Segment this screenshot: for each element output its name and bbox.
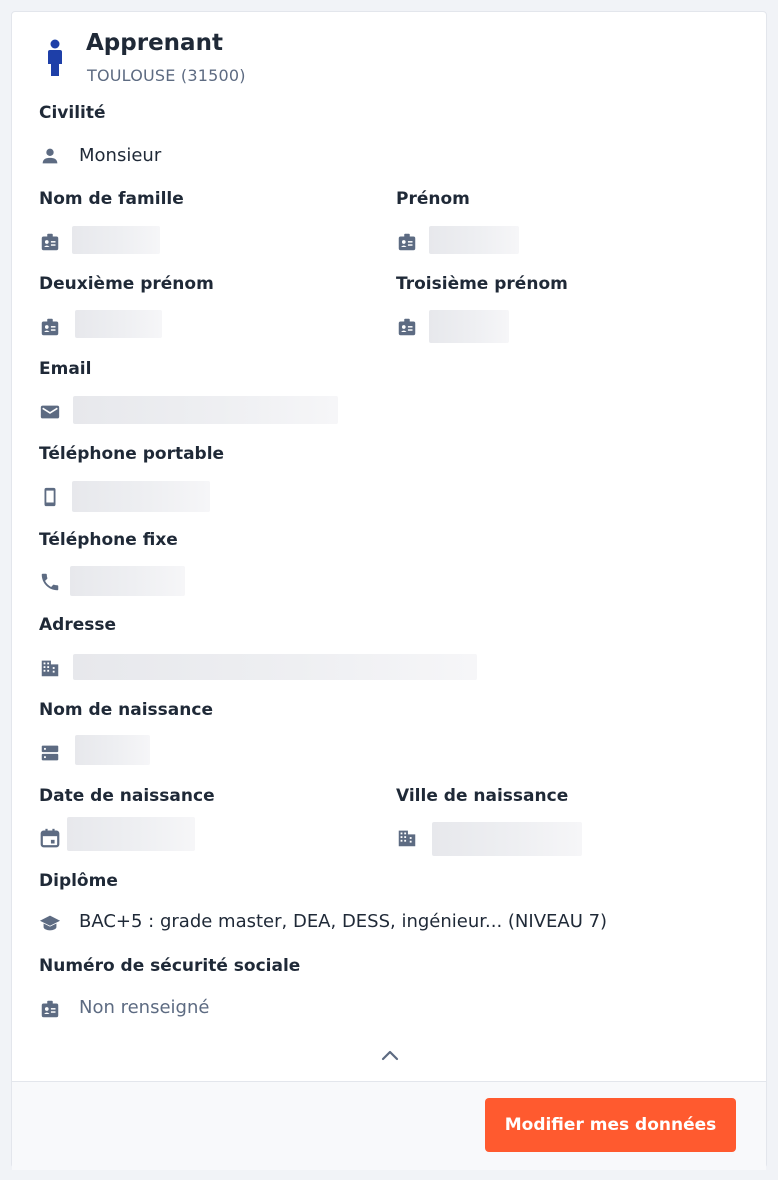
deuxieme-prenom-value-redacted <box>75 310 162 338</box>
troisieme-prenom-value-redacted <box>429 310 509 343</box>
tel-fixe-value-redacted <box>70 566 185 596</box>
secu-label: Numéro de sécurité sociale <box>39 956 301 976</box>
tel-portable-label: Téléphone portable <box>39 444 225 464</box>
tel-portable-value-redacted <box>72 481 210 512</box>
email-value-redacted <box>73 396 338 424</box>
storage-icon <box>39 742 61 764</box>
prenom-value-redacted <box>429 226 519 254</box>
person-icon <box>39 145 61 167</box>
civilite-value: Monsieur <box>79 145 162 166</box>
badge-icon <box>396 316 418 338</box>
badge-icon <box>39 231 61 253</box>
email-label: Email <box>39 359 92 379</box>
date-naissance-label: Date de naissance <box>39 786 215 806</box>
building-icon <box>396 827 418 849</box>
adresse-label: Adresse <box>39 615 117 635</box>
graduation-cap-icon <box>39 912 61 934</box>
adresse-value-redacted <box>73 654 477 680</box>
diplome-label: Diplôme <box>39 871 118 891</box>
badge-icon <box>39 316 61 338</box>
nom-label: Nom de famille <box>39 189 184 209</box>
card-header: Apprenant TOULOUSE (31500) <box>12 12 766 107</box>
date-naissance-value-redacted <box>67 817 195 851</box>
nom-value-redacted <box>72 226 160 254</box>
edit-data-button[interactable]: Modifier mes données <box>485 1098 736 1152</box>
troisieme-prenom-label: Troisième prénom <box>396 274 568 294</box>
ville-naissance-label: Ville de naissance <box>396 786 569 806</box>
chevron-up-icon[interactable] <box>378 1044 402 1068</box>
calendar-icon <box>39 827 61 849</box>
mail-icon <box>39 401 61 423</box>
building-icon <box>39 657 61 679</box>
deuxieme-prenom-label: Deuxième prénom <box>39 274 214 294</box>
secu-value: Non renseigné <box>79 997 210 1018</box>
ville-naissance-value-redacted <box>432 822 582 856</box>
card-title: Apprenant <box>86 30 223 56</box>
diplome-value: BAC+5 : grade master, DEA, DESS, ingénie… <box>79 911 608 932</box>
prenom-label: Prénom <box>396 189 470 209</box>
nom-naissance-label: Nom de naissance <box>39 700 213 720</box>
learner-card: Apprenant TOULOUSE (31500) Civilité Mons… <box>11 11 767 1170</box>
phone-icon <box>39 571 61 593</box>
tel-fixe-label: Téléphone fixe <box>39 530 178 550</box>
civilite-label: Civilité <box>39 103 106 123</box>
person-standing-icon <box>46 39 64 77</box>
smartphone-icon <box>39 486 61 508</box>
card-subtitle: TOULOUSE (31500) <box>87 66 246 85</box>
card-footer: Modifier mes données <box>12 1081 766 1170</box>
badge-icon <box>396 231 418 253</box>
nom-naissance-value-redacted <box>75 735 150 765</box>
badge-icon <box>39 998 61 1020</box>
